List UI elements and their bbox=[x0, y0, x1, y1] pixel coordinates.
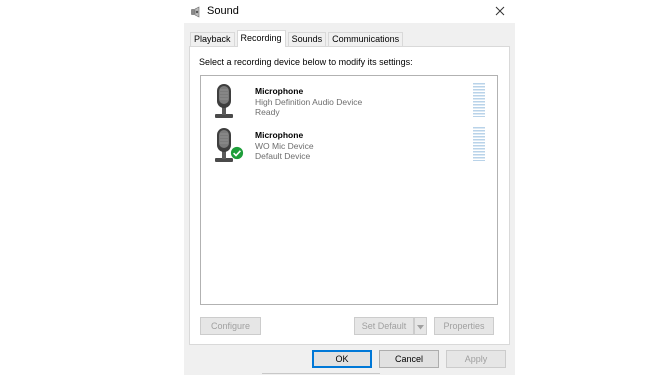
tab-playback[interactable]: Playback bbox=[190, 32, 235, 47]
tab-communications[interactable]: Communications bbox=[328, 32, 404, 47]
close-button[interactable] bbox=[485, 0, 515, 23]
tab-recording[interactable]: Recording bbox=[236, 30, 286, 47]
checkmark-icon bbox=[230, 146, 244, 160]
tab-sounds[interactable]: Sounds bbox=[287, 32, 327, 47]
device-status: Ready bbox=[255, 107, 280, 117]
title-bar[interactable]: Sound bbox=[184, 0, 515, 23]
device-item-hd-audio-microphone[interactable]: Microphone High Definition Audio Device … bbox=[201, 78, 497, 122]
chevron-down-icon bbox=[417, 317, 424, 335]
device-item-wo-mic[interactable]: Microphone WO Mic Device Default Device bbox=[201, 122, 497, 166]
level-meter bbox=[473, 127, 485, 161]
device-info: Microphone High Definition Audio Device … bbox=[255, 86, 362, 118]
ok-button[interactable]: OK bbox=[312, 350, 372, 368]
device-description: High Definition Audio Device bbox=[255, 96, 363, 107]
speaker-icon bbox=[190, 5, 202, 18]
divider bbox=[262, 373, 380, 374]
device-list[interactable]: Microphone High Definition Audio Device … bbox=[200, 75, 498, 305]
device-status: Default Device bbox=[255, 151, 311, 161]
device-info: Microphone WO Mic Device Default Device bbox=[255, 130, 314, 162]
tab-strip: Playback Recording Sounds Communications bbox=[190, 30, 405, 47]
instruction-text: Select a recording device below to modif… bbox=[199, 57, 413, 67]
device-name: Microphone bbox=[255, 86, 304, 96]
close-icon bbox=[495, 3, 505, 21]
device-description: WO Mic Device bbox=[255, 140, 314, 151]
set-default-button[interactable]: Set Default bbox=[354, 317, 414, 335]
sound-dialog: Sound Playback Recording Sounds Communic… bbox=[184, 0, 515, 375]
set-default-dropdown[interactable] bbox=[414, 317, 427, 335]
device-name: Microphone bbox=[255, 130, 304, 140]
cancel-button[interactable]: Cancel bbox=[379, 350, 439, 368]
microphone-icon bbox=[211, 82, 245, 120]
configure-button[interactable]: Configure bbox=[200, 317, 261, 335]
window-title: Sound bbox=[207, 5, 239, 17]
properties-button[interactable]: Properties bbox=[434, 317, 494, 335]
apply-button[interactable]: Apply bbox=[446, 350, 506, 368]
screen: Sound Playback Recording Sounds Communic… bbox=[0, 0, 667, 375]
level-meter bbox=[473, 83, 485, 117]
